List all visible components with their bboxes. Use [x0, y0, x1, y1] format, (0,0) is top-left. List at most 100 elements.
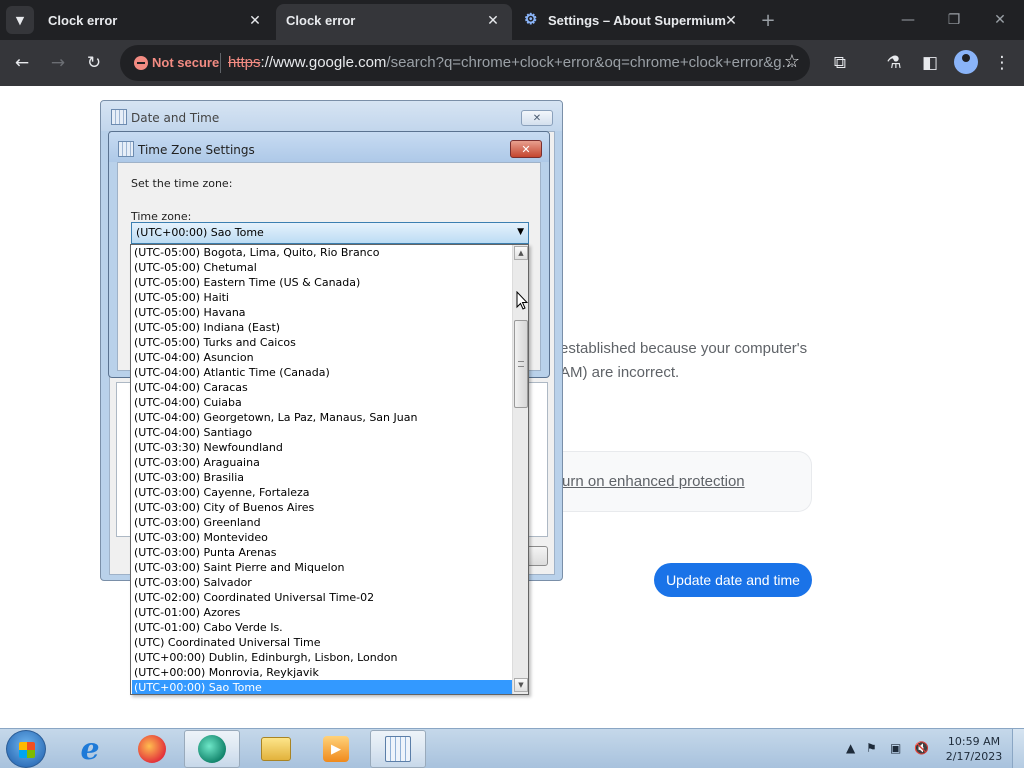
tab-clock-error-1[interactable]: Clock error ✕ — [38, 0, 272, 40]
menu-button[interactable]: ⋮ — [990, 51, 1014, 75]
taskbar-media-player[interactable]: ▶ — [308, 730, 364, 768]
dialog-titlebar[interactable]: Date and Time ✕ — [101, 101, 562, 131]
tab-strip: ▼ Clock error ✕ Clock error ✕ ⚙ Settings… — [0, 0, 1024, 40]
dialog-close-button[interactable]: ✕ — [510, 140, 542, 158]
time-zone-select[interactable]: (UTC+00:00) Sao Tome ▼ — [131, 222, 529, 244]
time-zone-option[interactable]: (UTC-05:00) Haiti — [132, 290, 512, 305]
time-zone-option[interactable]: (UTC-01:00) Cabo Verde Is. — [132, 620, 512, 635]
close-icon[interactable]: ✕ — [246, 11, 264, 29]
dropdown-arrow-icon: ▼ — [517, 227, 524, 237]
mouse-cursor-icon — [516, 291, 528, 310]
warning-icon — [134, 56, 148, 70]
time-zone-option[interactable]: (UTC-04:00) Asuncion — [132, 350, 512, 365]
back-button[interactable]: ← — [10, 51, 34, 75]
restore-button[interactable]: ❐ — [944, 10, 964, 30]
time-zone-option[interactable]: (UTC-03:00) Salvador — [132, 575, 512, 590]
flask-icon: ⚗ — [886, 53, 902, 73]
scroll-up-icon[interactable]: ▲ — [514, 246, 528, 260]
url-host: ://www.google.com — [260, 54, 387, 71]
time-zone-option[interactable]: (UTC-02:00) Coordinated Universal Time-0… — [132, 590, 512, 605]
time-zone-option[interactable]: (UTC+00:00) Dublin, Edinburgh, Lisbon, L… — [132, 650, 512, 665]
time-zone-option[interactable]: (UTC) Coordinated Universal Time — [132, 635, 512, 650]
internet-explorer-icon: e — [80, 731, 100, 767]
window-close-button[interactable]: ✕ — [990, 10, 1010, 30]
gear-icon: ⚙ — [524, 11, 538, 28]
windows-logo-icon — [19, 742, 35, 758]
reload-icon: ↻ — [86, 53, 102, 73]
close-icon[interactable]: ✕ — [484, 11, 502, 29]
time-zone-option[interactable]: (UTC-03:30) Newfoundland — [132, 440, 512, 455]
kebab-menu-icon: ⋮ — [993, 53, 1011, 73]
time-zone-option[interactable]: (UTC-04:00) Cuiaba — [132, 395, 512, 410]
dialog-close-button[interactable]: ✕ — [521, 110, 553, 126]
taskbar-firefox[interactable] — [124, 730, 180, 768]
dialog-titlebar[interactable]: Time Zone Settings ✕ — [109, 132, 549, 162]
enhanced-protection-link[interactable]: urn on enhanced protection — [562, 473, 745, 490]
calendar-icon — [111, 109, 127, 125]
taskbar-internet-explorer[interactable]: e — [62, 730, 118, 768]
minimize-button[interactable]: — — [898, 10, 918, 30]
show-hidden-icons-icon[interactable]: ▲ — [846, 741, 855, 755]
tab-title: Clock error — [286, 13, 356, 28]
security-chip[interactable]: Not secure — [126, 49, 222, 77]
forward-button[interactable]: → — [46, 51, 70, 75]
time-zone-option[interactable]: (UTC-05:00) Eastern Time (US & Canada) — [132, 275, 512, 290]
time-zone-option[interactable]: (UTC-03:00) Punta Arenas — [132, 545, 512, 560]
reload-button[interactable]: ↻ — [82, 51, 106, 75]
taskbar-file-explorer[interactable] — [248, 730, 304, 768]
time-zone-option[interactable]: (UTC+00:00) Sao Tome — [132, 680, 512, 694]
time-zone-option[interactable]: (UTC-03:00) Greenland — [132, 515, 512, 530]
network-icon[interactable]: ▣ — [890, 741, 901, 755]
calendar-icon — [385, 736, 411, 762]
folder-icon — [261, 737, 291, 761]
time-zone-option[interactable]: (UTC-03:00) Brasilia — [132, 470, 512, 485]
time-zone-option[interactable]: (UTC-05:00) Havana — [132, 305, 512, 320]
tab-clock-error-2[interactable]: Clock error ✕ — [276, 4, 512, 40]
side-panel-icon: ◧ — [921, 53, 939, 73]
scrollbar[interactable]: ▲ ▼ — [512, 245, 528, 694]
extensions-button[interactable]: ⧉ — [828, 51, 852, 75]
time-zone-option[interactable]: (UTC-01:00) Azores — [132, 605, 512, 620]
system-clock[interactable]: 10:59 AM 2/17/2023 — [940, 734, 1008, 764]
url-protocol: https — [228, 54, 261, 71]
scroll-down-icon[interactable]: ▼ — [514, 678, 528, 692]
action-center-flag-icon[interactable]: ⚑ — [866, 741, 877, 755]
volume-muted-icon[interactable]: 🔇 — [914, 741, 929, 755]
new-tab-button[interactable]: + — [758, 10, 778, 31]
calendar-icon — [118, 141, 134, 157]
time-zone-option[interactable]: (UTC-05:00) Bogota, Lima, Quito, Rio Bra… — [132, 245, 512, 260]
address-bar[interactable]: Not secure https://www.google.com/search… — [120, 45, 810, 81]
dialog-title: Date and Time — [131, 111, 220, 125]
time-zone-option[interactable]: (UTC-05:00) Indiana (East) — [132, 320, 512, 335]
tab-search-button[interactable]: ▼ — [6, 6, 34, 34]
time-zone-option[interactable]: (UTC-03:00) Cayenne, Fortaleza — [132, 485, 512, 500]
time-zone-option[interactable]: (UTC+00:00) Monrovia, Reykjavik — [132, 665, 512, 680]
error-description-line2: AM) are incorrect. — [560, 364, 680, 381]
url-text[interactable]: https://www.google.com/search?q=chrome+c… — [228, 54, 794, 71]
time-zone-option[interactable]: (UTC-03:00) City of Buenos Aires — [132, 500, 512, 515]
scrollbar-thumb[interactable] — [514, 320, 528, 408]
firefox-icon — [138, 735, 166, 763]
side-panel-button[interactable]: ◧ — [918, 51, 942, 75]
taskbar-date-time[interactable] — [370, 730, 426, 768]
time-zone-option[interactable]: (UTC-04:00) Santiago — [132, 425, 512, 440]
time-zone-option[interactable]: (UTC-04:00) Georgetown, La Paz, Manaus, … — [132, 410, 512, 425]
avatar[interactable] — [954, 50, 978, 74]
time-zone-option[interactable]: (UTC-03:00) Montevideo — [132, 530, 512, 545]
time-zone-option[interactable]: (UTC-04:00) Caracas — [132, 380, 512, 395]
time-zone-option[interactable]: (UTC-03:00) Saint Pierre and Miquelon — [132, 560, 512, 575]
show-desktop-button[interactable] — [1012, 729, 1024, 768]
update-date-time-button[interactable]: Update date and time — [654, 563, 812, 597]
time-zone-option[interactable]: (UTC-05:00) Chetumal — [132, 260, 512, 275]
time-zone-option[interactable]: (UTC-04:00) Atlantic Time (Canada) — [132, 365, 512, 380]
labs-button[interactable]: ⚗ — [882, 51, 906, 75]
close-icon[interactable]: ✕ — [722, 11, 740, 29]
time-zone-option[interactable]: (UTC-05:00) Turks and Caicos — [132, 335, 512, 350]
taskbar-supermium[interactable] — [184, 730, 240, 768]
tab-settings-about[interactable]: ⚙ Settings – About Supermium ✕ — [516, 0, 750, 40]
start-button[interactable] — [6, 730, 46, 768]
time-zone-options: (UTC-05:00) Bogota, Lima, Quito, Rio Bra… — [132, 245, 512, 694]
clock-time: 10:59 AM — [947, 735, 1001, 748]
time-zone-option[interactable]: (UTC-03:00) Araguaina — [132, 455, 512, 470]
star-icon[interactable]: ☆ — [784, 51, 800, 72]
